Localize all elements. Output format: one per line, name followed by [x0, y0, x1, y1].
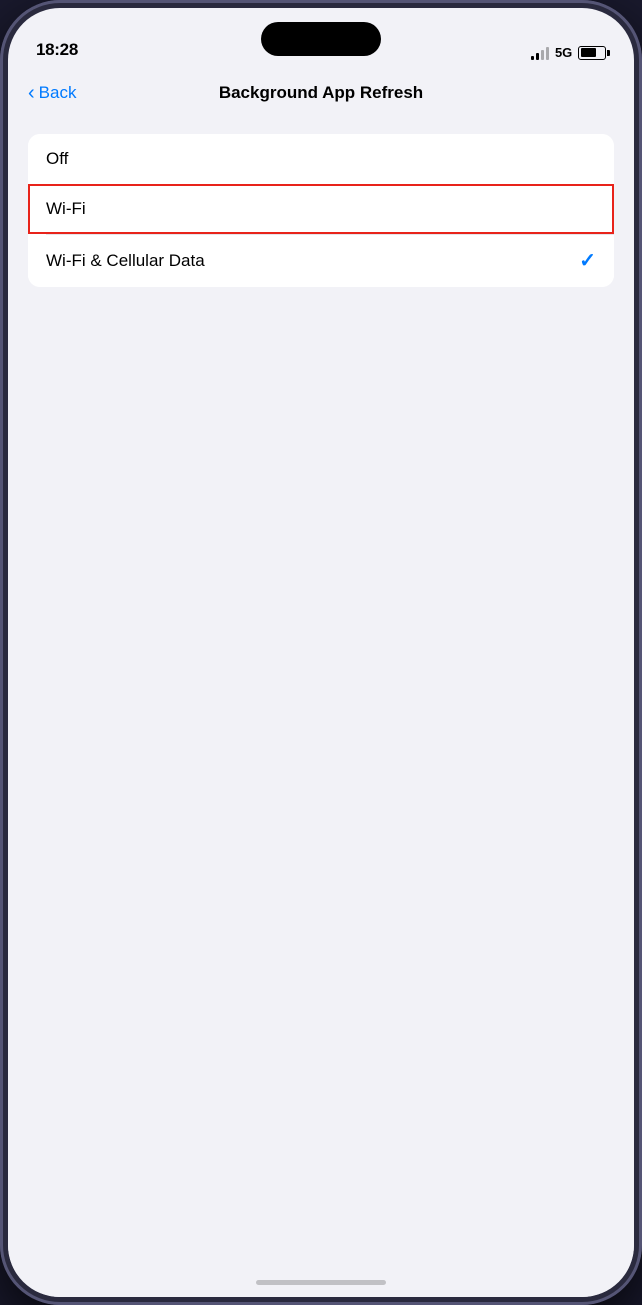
signal-bar-1	[531, 56, 534, 60]
back-chevron-icon: ‹	[28, 83, 35, 103]
network-label: 5G	[555, 45, 572, 60]
back-button[interactable]: ‹ Back	[28, 83, 76, 103]
option-wifi-row[interactable]: Wi-Fi	[28, 184, 614, 234]
settings-group: Off Wi-Fi Wi-Fi & Cellular Data ✓	[28, 134, 614, 287]
content-area: Off Wi-Fi Wi-Fi & Cellular Data ✓	[8, 118, 634, 1297]
checkmark-icon: ✓	[579, 248, 596, 273]
battery-fill	[581, 48, 597, 57]
battery-body	[578, 46, 606, 60]
option-wifi-label: Wi-Fi	[46, 199, 86, 219]
option-wifi-cellular-label: Wi-Fi & Cellular Data	[46, 251, 205, 271]
home-indicator	[256, 1280, 386, 1285]
status-icons: 5G	[531, 45, 606, 60]
volume-down-button[interactable]	[0, 320, 2, 390]
status-time: 18:28	[36, 40, 78, 60]
page-title: Background App Refresh	[219, 83, 423, 103]
signal-bar-4	[546, 47, 549, 60]
option-wifi-cellular-row[interactable]: Wi-Fi & Cellular Data ✓	[28, 234, 614, 287]
battery-icon	[578, 46, 606, 60]
silent-button[interactable]	[0, 160, 2, 200]
option-off-row[interactable]: Off	[28, 134, 614, 184]
signal-bar-2	[536, 53, 539, 60]
dynamic-island	[261, 22, 381, 56]
signal-bars-icon	[531, 46, 549, 60]
screen: 18:28 5G ‹ Back	[8, 8, 634, 1297]
signal-bar-3	[541, 50, 544, 60]
nav-bar: ‹ Back Background App Refresh	[8, 68, 634, 118]
phone-frame: 18:28 5G ‹ Back	[0, 0, 642, 1305]
back-label: Back	[39, 83, 77, 103]
option-off-label: Off	[46, 149, 68, 169]
volume-up-button[interactable]	[0, 230, 2, 300]
